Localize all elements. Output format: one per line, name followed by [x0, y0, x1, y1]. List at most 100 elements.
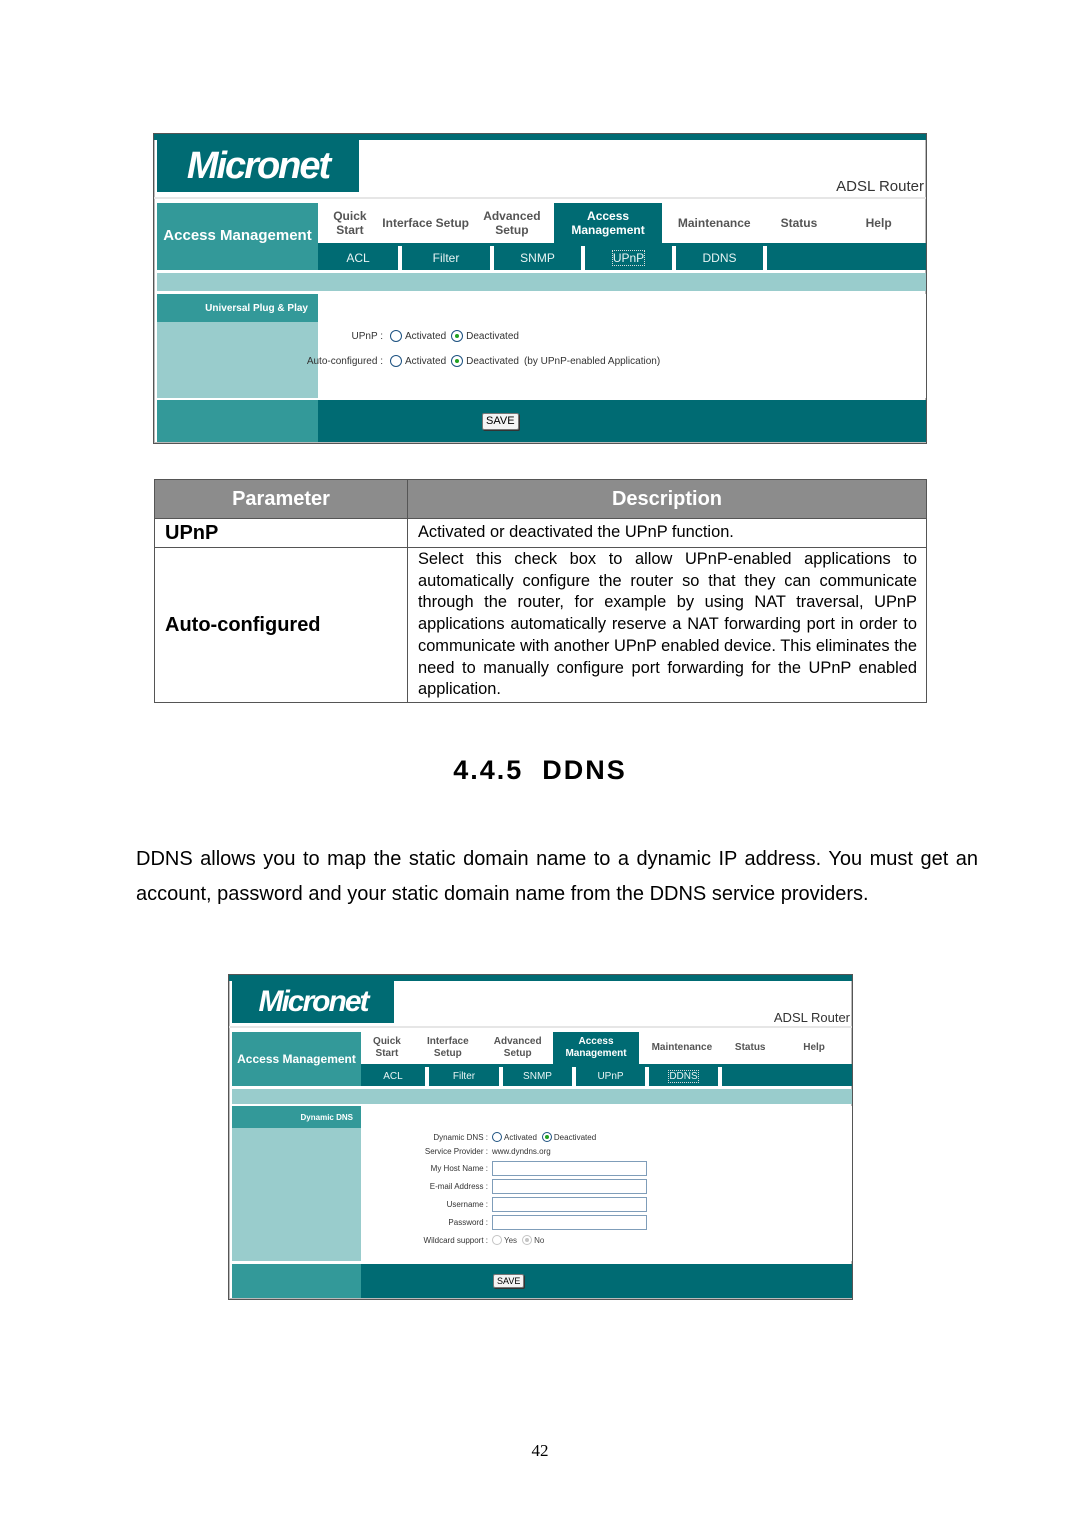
subnav-acl-label: ACL — [383, 1071, 403, 1082]
nav-help[interactable]: Help — [831, 203, 926, 243]
footer-left — [157, 400, 318, 442]
table-header-row: Parameter Description — [154, 479, 927, 519]
email-row: E-mail Address : — [361, 1179, 647, 1194]
dynamic-dns-row: Dynamic DNS : Activated Deactivated — [361, 1132, 601, 1142]
subnav-filter[interactable]: Filter — [402, 246, 494, 270]
upnp-activated-label: Activated — [405, 330, 447, 342]
wildcard-yes-radio[interactable] — [492, 1235, 502, 1245]
subnav-upnp[interactable]: UPnP — [585, 246, 676, 270]
save-button[interactable]: SAVE — [482, 412, 519, 430]
nav-interface-setup[interactable]: Interface Setup — [382, 203, 470, 243]
nav-advanced-setup[interactable]: Advanced Setup — [483, 1032, 553, 1064]
footer-left — [232, 1264, 361, 1298]
subnav-upnp[interactable]: UPnP — [576, 1067, 649, 1086]
subnav-ddns[interactable]: DDNS — [676, 246, 767, 270]
nav-status[interactable]: Status — [724, 1032, 776, 1064]
upnp-activated-radio[interactable] — [390, 330, 402, 342]
product-name: ADSL Router — [773, 1010, 850, 1025]
upnp-label: UPnP : — [351, 330, 384, 342]
nav-advanced-setup[interactable]: Advanced Setup — [470, 203, 555, 243]
side-column — [232, 1106, 361, 1261]
page-number: 42 — [531, 1441, 549, 1460]
username-row: Username : — [361, 1197, 647, 1212]
nav-maintenance[interactable]: Maintenance — [662, 203, 767, 243]
ddns-router-screenshot: Micronet ADSL Router Access Management Q… — [228, 974, 853, 1300]
subnav-ddns[interactable]: DDNS — [649, 1067, 722, 1086]
micronet-logo: Micronet — [232, 981, 394, 1023]
side-title: Universal Plug & Play — [157, 294, 318, 322]
subnav-filter[interactable]: Filter — [429, 1067, 503, 1086]
table-row: Auto-configured Select this check box to… — [154, 547, 927, 703]
header-divider — [154, 197, 926, 199]
header-description: Description — [407, 479, 927, 519]
nav-access-management[interactable]: Access Management — [554, 203, 662, 243]
subnav-snmp[interactable]: SNMP — [494, 246, 585, 270]
email-label: E-mail Address : — [429, 1182, 488, 1191]
side-title: Dynamic DNS — [232, 1106, 361, 1128]
nav-quick-start[interactable]: Quick Start — [361, 1032, 413, 1064]
parameter-description: Activated or deactivated the UPnP functi… — [407, 518, 927, 548]
ddns-activated-radio[interactable] — [492, 1132, 502, 1142]
subnav-filter-label: Filter — [452, 1071, 476, 1082]
subnav-snmp-label: SNMP — [520, 251, 555, 265]
host-name-input[interactable] — [492, 1161, 647, 1176]
main-nav: Quick Start Interface Setup Advanced Set… — [318, 203, 926, 243]
auto-configured-label: Auto-configured : — [306, 355, 383, 367]
nav-maintenance[interactable]: Maintenance — [639, 1032, 724, 1064]
auto-deactivated-radio[interactable] — [451, 355, 464, 367]
save-button[interactable]: SAVE — [493, 1274, 525, 1288]
table-row: UPnP Activated or deactivated the UPnP f… — [154, 518, 927, 548]
nav-status[interactable]: Status — [767, 203, 832, 243]
username-input[interactable] — [492, 1197, 647, 1212]
subnav-snmp-label: SNMP — [523, 1071, 552, 1082]
product-name: ADSL Router — [836, 178, 924, 195]
ddns-activated-label: Activated — [504, 1132, 537, 1142]
wildcard-label: Wildcard support : — [423, 1235, 488, 1245]
subnav-acl[interactable]: ACL — [361, 1067, 429, 1086]
micronet-logo: Micronet — [157, 140, 359, 192]
main-nav: Quick Start Interface Setup Advanced Set… — [361, 1032, 852, 1064]
sub-nav: ACL Filter SNMP UPnP DDNS — [318, 243, 926, 270]
footer-bar: SAVE — [361, 1264, 852, 1298]
subnav-ddns-label: DDNS — [702, 251, 737, 265]
nav-interface-setup[interactable]: Interface Setup — [413, 1032, 483, 1064]
host-name-row: My Host Name : — [361, 1161, 647, 1176]
nav-help[interactable]: Help — [776, 1032, 852, 1064]
parameter-description: Select this check box to allow UPnP-enab… — [407, 547, 927, 703]
nav-access-management[interactable]: Access Management — [552, 1032, 640, 1064]
content-band — [157, 273, 926, 291]
ddns-deactivated-radio[interactable] — [541, 1132, 552, 1142]
upnp-deactivated-radio[interactable] — [451, 330, 464, 342]
auto-configured-row: Auto-configured : Activated Deactivated … — [226, 355, 660, 367]
content-area — [318, 294, 926, 398]
footer-bar: SAVE — [318, 400, 926, 442]
password-input[interactable] — [492, 1215, 647, 1230]
email-input[interactable] — [492, 1179, 647, 1194]
subnav-upnp-label: UPnP — [597, 1071, 624, 1082]
service-provider-row: Service Provider : www.dyndns.org — [361, 1147, 551, 1156]
section-title: Access Management — [232, 1032, 361, 1086]
service-provider-value: www.dyndns.org — [492, 1147, 551, 1156]
password-row: Password : — [361, 1215, 647, 1230]
header-divider — [229, 1026, 852, 1028]
subnav-filter-label: Filter — [432, 251, 460, 265]
wildcard-row: Wildcard support : Yes No — [361, 1235, 549, 1245]
auto-activated-radio[interactable] — [390, 355, 402, 367]
nav-quick-start[interactable]: Quick Start — [318, 203, 382, 243]
section-heading: 4.4.5 DDNS — [453, 755, 627, 785]
ddns-deactivated-label: Deactivated — [553, 1132, 597, 1142]
subnav-upnp-label: UPnP — [611, 250, 646, 266]
content-band — [232, 1089, 852, 1104]
section-paragraph: DDNS allows you to map the static domain… — [136, 848, 978, 905]
subnav-acl[interactable]: ACL — [318, 246, 402, 270]
subnav-ddns-label: DDNS — [668, 1070, 699, 1083]
wildcard-yes-label: Yes — [504, 1235, 518, 1245]
upnp-router-screenshot: Micronet ADSL Router Access Management Q… — [153, 133, 927, 444]
upnp-row: UPnP : Activated Deactivated — [226, 330, 524, 342]
dynamic-dns-label: Dynamic DNS : — [433, 1132, 488, 1142]
section-title: Access Management — [157, 203, 318, 270]
wildcard-no-radio[interactable] — [522, 1235, 533, 1245]
subnav-snmp[interactable]: SNMP — [503, 1067, 576, 1086]
username-label: Username : — [446, 1200, 488, 1209]
sub-nav: ACL Filter SNMP UPnP DDNS — [361, 1064, 852, 1086]
